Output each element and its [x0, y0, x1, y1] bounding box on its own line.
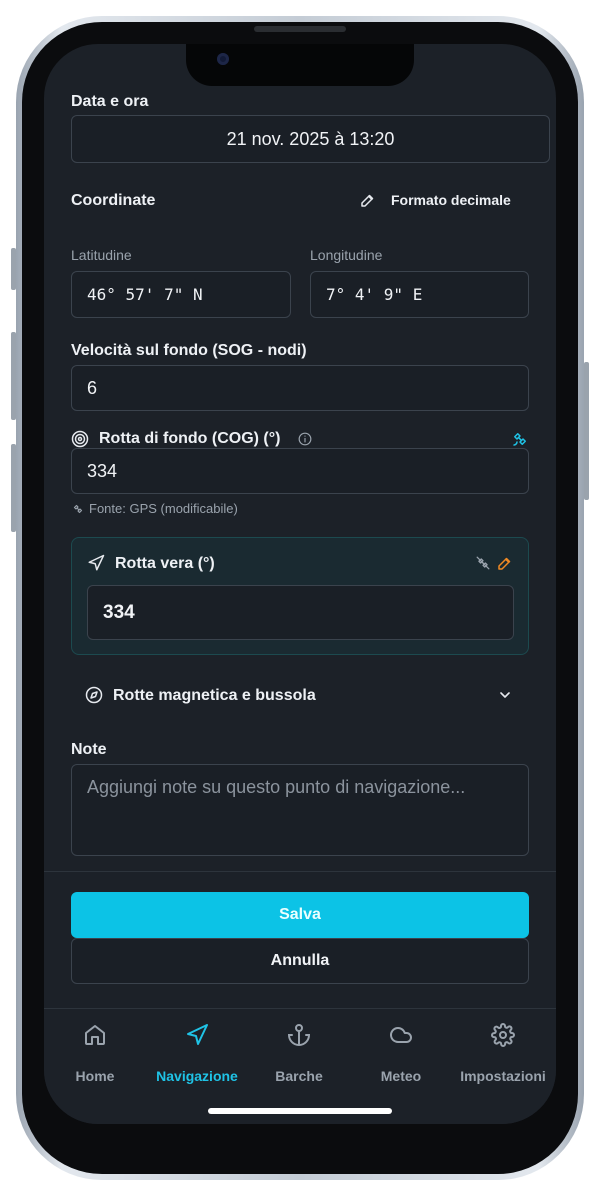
pencil-edit-icon[interactable] — [496, 554, 514, 572]
tab-home-label: Home — [75, 1068, 115, 1084]
datetime-field[interactable]: 21 nov. 2025 à 13:20 — [71, 115, 550, 163]
actions-divider — [44, 871, 556, 872]
anchor-icon — [287, 1024, 311, 1046]
sog-value: 6 — [87, 377, 98, 398]
tab-weather-label: Meteo — [380, 1068, 422, 1084]
longitude-label: Longitudine — [310, 247, 383, 263]
info-icon[interactable] — [298, 432, 312, 446]
cancel-button[interactable]: Annulla — [71, 938, 529, 984]
tab-boats-label: Barche — [275, 1068, 323, 1084]
cog-label: Rotta di fondo (COG) (°) — [99, 430, 281, 447]
longitude-field[interactable]: 7° 4' 9" E — [310, 271, 529, 318]
phone-volume-up — [11, 332, 16, 420]
datetime-label: Data e ora — [71, 93, 149, 110]
satellite-small-icon — [73, 504, 83, 514]
home-indicator[interactable] — [208, 1108, 392, 1114]
pencil-icon — [361, 194, 374, 207]
datetime-value: 21 nov. 2025 à 13:20 — [226, 128, 395, 149]
format-decimal-label: Formato decimale — [391, 192, 511, 208]
cog-value: 334 — [87, 460, 118, 481]
tab-weather[interactable]: Meteo — [350, 1009, 452, 1099]
format-decimal-button[interactable]: Formato decimale — [357, 190, 517, 212]
true-course-label: Rotta vera (°) — [115, 555, 215, 572]
tab-boats[interactable]: Barche — [248, 1009, 350, 1099]
phone-speaker — [254, 26, 346, 32]
waypoint-form: Data e ora 21 nov. 2025 à 13:20 Coordina… — [44, 44, 556, 1124]
app-screen: Data e ora 21 nov. 2025 à 13:20 Coordina… — [44, 44, 556, 1124]
notes-textarea[interactable]: Aggiungi note su questo punto di navigaz… — [71, 764, 529, 856]
sog-input[interactable]: 6 — [71, 365, 529, 411]
notes-placeholder: Aggiungi note su questo punto di navigaz… — [87, 777, 466, 797]
navigation-arrow-icon — [88, 554, 105, 571]
tab-navigation-label: Navigazione — [156, 1068, 238, 1084]
satellite-icon[interactable] — [511, 430, 529, 448]
phone-mute-switch — [11, 248, 16, 290]
sog-label: Velocità sul fondo (SOG - nodi) — [71, 342, 307, 359]
satellite-off-icon[interactable] — [476, 556, 490, 570]
latitude-value: 46° 57' 7" N — [87, 285, 203, 304]
tab-home[interactable]: Home — [44, 1009, 146, 1099]
compass-icon — [85, 686, 103, 704]
true-course-card: Rotta vera (°) 334 — [71, 537, 529, 655]
longitude-value: 7° 4' 9" E — [326, 285, 423, 304]
magnetic-compass-toggle[interactable]: Rotte magnetica e bussola — [71, 674, 529, 718]
cog-source-note: Fonte: GPS (modificabile) — [89, 501, 238, 516]
true-course-value: 334 — [103, 601, 135, 623]
bottom-tab-bar: Home Navigazione Barche Meteo Impostazio… — [44, 1008, 556, 1124]
cloud-icon — [390, 1027, 412, 1043]
save-button[interactable]: Salva — [71, 892, 529, 938]
home-icon — [85, 1025, 105, 1045]
true-course-input[interactable]: 334 — [87, 585, 514, 640]
tab-settings[interactable]: Impostazioni — [452, 1009, 554, 1099]
phone-power-button — [584, 362, 589, 500]
latitude-field[interactable]: 46° 57' 7" N — [71, 271, 291, 318]
tab-navigation[interactable]: Navigazione — [146, 1009, 248, 1099]
cog-input[interactable]: 334 — [71, 448, 529, 494]
phone-volume-down — [11, 444, 16, 532]
notes-label: Note — [71, 741, 107, 758]
gear-icon — [491, 1023, 515, 1047]
phone-notch — [186, 44, 414, 86]
tab-settings-label: Impostazioni — [460, 1068, 546, 1084]
coordinates-label: Coordinate — [71, 192, 156, 209]
navigation-arrow-icon — [187, 1024, 208, 1045]
target-icon — [71, 430, 89, 448]
front-camera — [217, 53, 229, 65]
chevron-down-icon — [500, 692, 510, 698]
latitude-label: Latitudine — [71, 247, 132, 263]
magnetic-compass-label: Rotte magnetica e bussola — [113, 687, 316, 704]
